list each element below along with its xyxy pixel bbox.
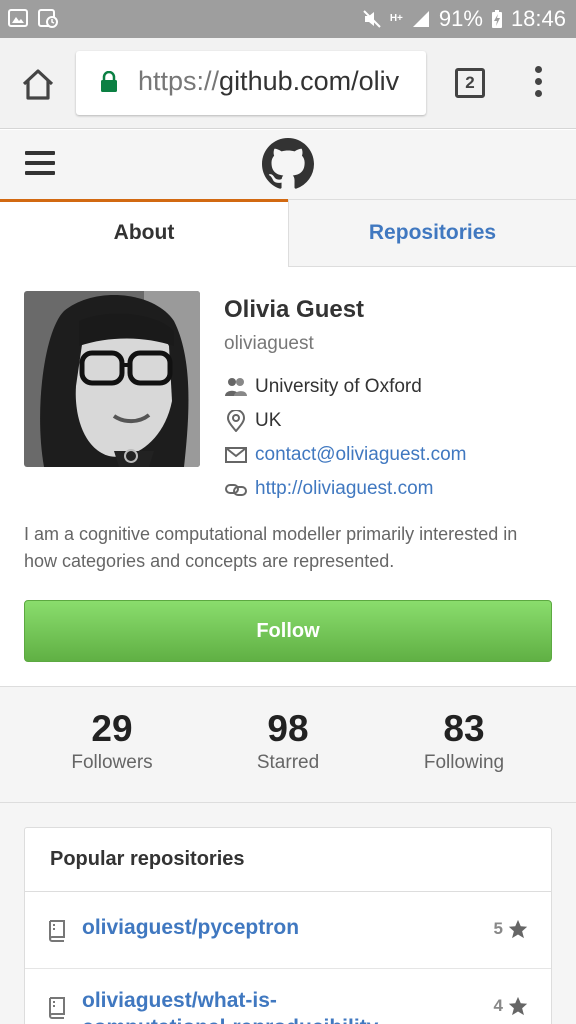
lock-icon — [101, 71, 117, 92]
repo-book-icon — [49, 920, 65, 942]
email-row: contact@oliviaguest.com — [224, 442, 467, 468]
tab-switcher-button[interactable]: 2 — [455, 68, 485, 98]
repo-star-count: 4 — [493, 996, 503, 1015]
stat-followers-label: Followers — [71, 752, 153, 773]
avatar — [24, 291, 200, 467]
site-header — [0, 130, 576, 200]
profile-name: Olivia Guest — [224, 296, 365, 323]
stat-starred-label: Starred — [256, 752, 320, 773]
profile-username: oliviaguest — [224, 333, 314, 354]
profile-tabs: About Repositories — [0, 199, 576, 267]
overflow-menu-icon[interactable] — [528, 66, 548, 102]
mute-icon — [363, 10, 381, 28]
repo-stars: 4 — [494, 995, 529, 1017]
organization-icon — [225, 378, 247, 396]
status-bar: H+ 91% 18:46 — [0, 0, 576, 38]
star-icon — [508, 996, 528, 1016]
repo-row[interactable]: oliviaguest/what-is-computational-reprod… — [25, 969, 551, 1024]
follow-button[interactable]: Follow — [24, 600, 552, 662]
github-logo-icon[interactable] — [262, 138, 314, 190]
link-icon — [225, 484, 247, 496]
url-host: github.com/oliv — [219, 66, 400, 96]
star-icon — [508, 919, 528, 939]
tab-about[interactable]: About — [0, 199, 288, 267]
repo-row[interactable]: oliviaguest/pyceptron 5 — [25, 892, 551, 969]
image-icon — [8, 9, 28, 27]
repo-star-count: 5 — [493, 919, 503, 938]
stat-following-label: Following — [423, 752, 505, 773]
signal-icon — [412, 11, 429, 27]
browser-toolbar: https://github.com/oliv 2 — [0, 38, 576, 129]
website-link[interactable]: http://oliviaguest.com — [255, 478, 433, 500]
clock: 18:46 — [510, 6, 566, 31]
repo-stars: 5 — [494, 918, 529, 940]
stat-following[interactable]: 83 Following — [368, 707, 560, 775]
repo-book-icon — [49, 997, 65, 1019]
battery-percent: 91% — [438, 6, 483, 31]
stat-followers-value: 29 — [91, 708, 133, 749]
popular-repositories-title: Popular repositories — [25, 828, 551, 892]
repo-name[interactable]: oliviaguest/pyceptron — [82, 916, 299, 940]
profile-bio: I am a cognitive computational modeller … — [24, 524, 518, 571]
home-icon[interactable] — [18, 64, 58, 104]
url-scheme: https:// — [138, 66, 220, 96]
screenshot-icon — [38, 9, 58, 28]
stat-starred[interactable]: 98 Starred — [192, 707, 384, 775]
url-text: https://github.com/oliv — [138, 66, 399, 97]
stat-starred-value: 98 — [267, 708, 309, 749]
battery-charging-icon — [491, 10, 502, 28]
hamburger-menu-icon[interactable] — [25, 151, 55, 177]
location-row: UK — [224, 408, 281, 434]
stat-followers[interactable]: 29 Followers — [16, 707, 208, 775]
tab-repositories[interactable]: Repositories — [288, 199, 576, 267]
stat-following-value: 83 — [443, 708, 485, 749]
popular-repositories: Popular repositories oliviaguest/pyceptr… — [24, 827, 552, 1024]
url-bar[interactable]: https://github.com/oliv — [76, 51, 426, 115]
network-type: H+ — [389, 13, 403, 24]
organization-text: University of Oxford — [255, 376, 422, 397]
profile-stats: 29 Followers 98 Starred 83 Following — [0, 686, 576, 803]
location-text: UK — [255, 410, 282, 431]
website-row: http://oliviaguest.com — [224, 476, 433, 502]
email-link[interactable]: contact@oliviaguest.com — [255, 444, 467, 466]
repo-name[interactable]: oliviaguest/what-is-computational-reprod… — [82, 987, 392, 1024]
organization-row: University of Oxford — [224, 374, 422, 400]
mail-icon — [225, 447, 247, 463]
location-pin-icon — [226, 410, 246, 432]
